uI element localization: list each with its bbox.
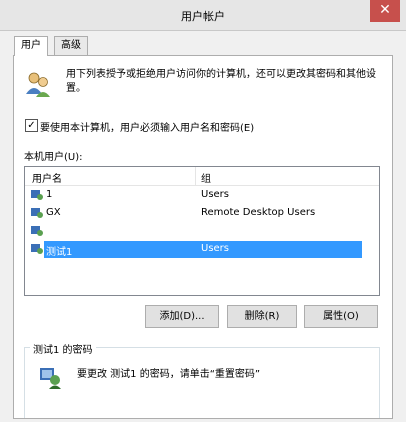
title-bar: 用户帐户 ✕: [0, 0, 406, 31]
user-accounts-window: 用户帐户 ✕ 用户 高级 用下列表授予或拒绝用户访问你的计算机，还可以更改其密码…: [0, 0, 406, 422]
user-icon: [31, 244, 43, 254]
table-row[interactable]: GX Remote Desktop Users: [25, 205, 379, 222]
user-icon: [31, 208, 43, 218]
user-name: GX: [46, 207, 61, 218]
require-password-checkbox[interactable]: ✓: [25, 119, 38, 132]
tab-advanced[interactable]: 高级: [54, 36, 88, 55]
list-header: 用户名 组: [25, 167, 379, 186]
description-text: 用下列表授予或拒绝用户访问你的计算机，还可以更改其密码和其他设置。: [66, 69, 376, 94]
user-icon: [31, 190, 43, 200]
user-icon: [31, 226, 43, 236]
table-row-selected[interactable]: 测试1 Users: [25, 241, 379, 258]
user-password-icon: [40, 368, 61, 389]
column-divider[interactable]: [195, 167, 196, 185]
password-description: 要更改 测试1 的密码，请单击“重置密码”: [77, 369, 261, 380]
user-group: Users: [201, 243, 230, 254]
column-header-group[interactable]: 组: [201, 170, 211, 185]
password-groupbox: [24, 347, 380, 418]
properties-button[interactable]: 属性(O): [304, 305, 378, 328]
user-name: 1: [46, 189, 53, 200]
tab-users[interactable]: 用户: [14, 36, 48, 56]
column-header-username[interactable]: 用户名: [32, 170, 62, 185]
user-group: Users: [201, 189, 230, 200]
users-list[interactable]: 用户名 组 1 Users GX Remote Desktop Users 测试…: [24, 166, 380, 296]
window-title: 用户帐户: [181, 10, 225, 23]
users-icon: [26, 72, 50, 97]
add-button[interactable]: 添加(D)...: [145, 305, 219, 328]
remove-button[interactable]: 删除(R): [227, 305, 297, 328]
user-group: Remote Desktop Users: [201, 207, 316, 218]
close-button[interactable]: ✕: [370, 0, 400, 22]
table-row[interactable]: 1 Users: [25, 187, 379, 204]
password-group-title: 测试1 的密码: [30, 341, 96, 356]
table-row[interactable]: [25, 223, 379, 240]
require-password-label: 要使用本计算机，用户必须输入用户名和密码(E): [40, 123, 255, 134]
user-name: 测试1: [46, 247, 73, 258]
local-users-label: 本机用户(U):: [24, 152, 83, 163]
